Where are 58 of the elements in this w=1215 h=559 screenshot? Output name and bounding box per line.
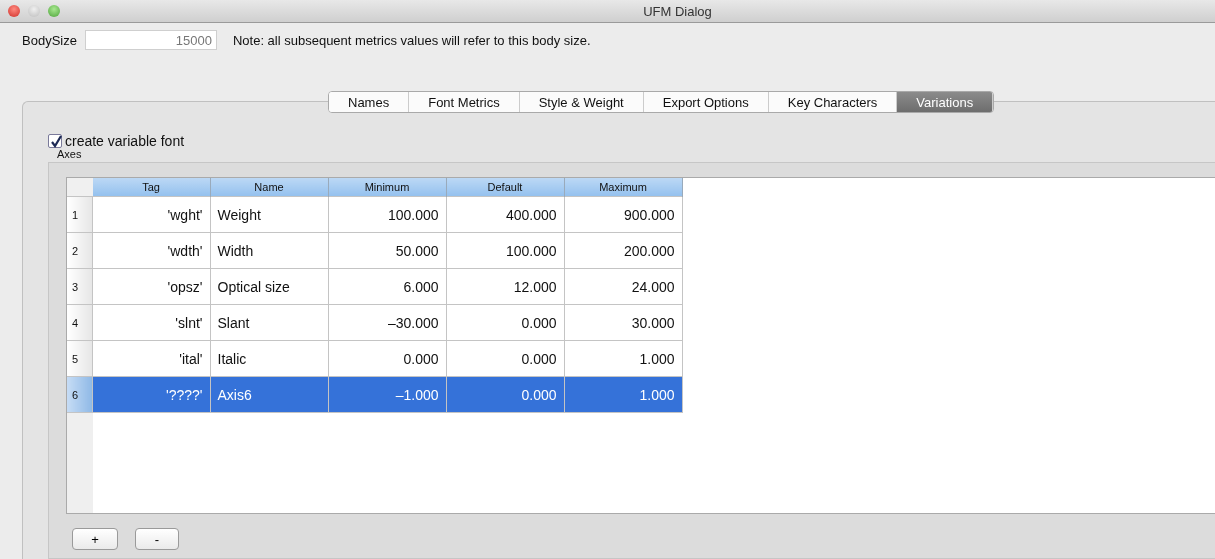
checkbox[interactable]	[48, 134, 62, 148]
tab[interactable]: Key Characters	[768, 92, 898, 112]
row-number[interactable]: 5	[67, 340, 93, 377]
table-cell: Slant	[210, 304, 328, 341]
table-cell: Width	[210, 232, 328, 269]
column-header[interactable]: Minimum	[328, 178, 446, 197]
table-cell: Weight	[210, 196, 328, 233]
row-number[interactable]: 3	[67, 268, 93, 305]
window-title: UFM Dialog	[642, 3, 713, 19]
column-header[interactable]: Maximum	[564, 178, 682, 197]
row-number[interactable]: 1	[67, 196, 93, 233]
table-cell: 100.000	[446, 232, 564, 269]
table-cell: Italic	[210, 340, 328, 377]
table-cell: –1.000	[328, 376, 446, 413]
table-cell: 30.000	[564, 304, 682, 341]
body-size-field[interactable]: 15000	[84, 30, 217, 50]
table-cell: '????'	[92, 376, 210, 413]
table-cell: 900.000	[564, 196, 682, 233]
table-cell: –30.000	[328, 304, 446, 341]
tab[interactable]: Export Options	[643, 92, 769, 112]
column-header[interactable]: Tag	[92, 178, 210, 197]
table-cell: 0.000	[328, 340, 446, 377]
close-button[interactable]	[8, 5, 20, 17]
table-cell: 'wght'	[92, 196, 210, 233]
column-header[interactable]: Default	[446, 178, 564, 197]
field-label: BodySize	[22, 32, 77, 48]
table-cell: 400.000	[446, 196, 564, 233]
note-text: Note: all subsequent metrics values will refer to this body size.	[232, 32, 591, 48]
group-title: Axes	[57, 149, 83, 160]
tab[interactable]: Names	[329, 92, 410, 112]
table-cell: 12.000	[446, 268, 564, 305]
table-cell: 'wdth'	[92, 232, 210, 269]
checkbox-label: create variable font	[65, 133, 185, 149]
column-header[interactable]: Name	[210, 178, 328, 197]
row-number[interactable]: 2	[67, 232, 93, 269]
table-cell: 6.000	[328, 268, 446, 305]
tab[interactable]: Style & Weight	[519, 92, 644, 112]
table-cell: Optical size	[210, 268, 328, 305]
zoom-button[interactable]	[48, 5, 60, 17]
table-cell: 0.000	[446, 304, 564, 341]
table-cell: 24.000	[564, 268, 682, 305]
tab[interactable]: Font Metrics	[409, 92, 520, 112]
table-cell: 100.000	[328, 196, 446, 233]
table-cell: 1.000	[564, 340, 682, 377]
table-cell: 1.000	[564, 376, 682, 413]
table-cell: 0.000	[446, 340, 564, 377]
table-cell: 50.000	[328, 232, 446, 269]
table-cell: Axis6	[210, 376, 328, 413]
table-cell: 'opsz'	[92, 268, 210, 305]
row-number[interactable]: 4	[67, 304, 93, 341]
table-cell: 200.000	[564, 232, 682, 269]
tab[interactable]: Variations	[897, 92, 994, 112]
table-cell: 'ital'	[92, 340, 210, 377]
table-cell: 'slnt'	[92, 304, 210, 341]
add-button[interactable]: +	[72, 528, 118, 550]
table-cell: 0.000	[446, 376, 564, 413]
row-number[interactable]: 6	[67, 376, 93, 413]
remove-button[interactable]: -	[135, 528, 179, 550]
